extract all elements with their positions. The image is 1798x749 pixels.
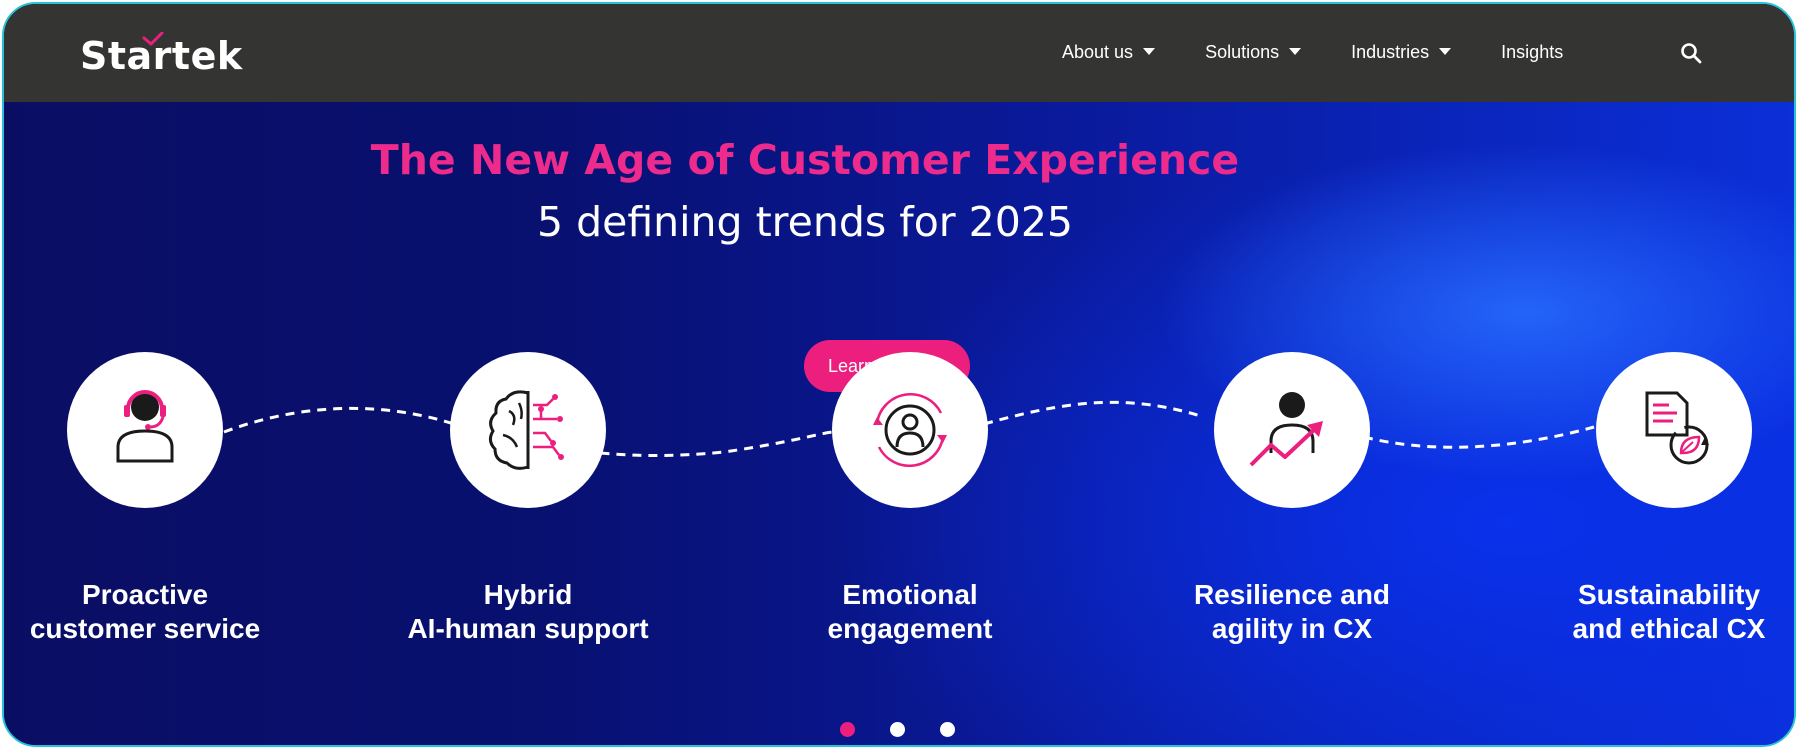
startek-logo[interactable]: Startek	[80, 30, 243, 78]
search-icon[interactable]	[1680, 42, 1702, 64]
person-cycle-icon	[873, 392, 947, 468]
carousel-dot-3[interactable]	[940, 722, 955, 737]
nav-industries-label: Industries	[1351, 41, 1430, 62]
trend-label-2: Hybrid AI-human support	[407, 579, 649, 644]
trend-icon-circle	[450, 352, 606, 508]
caret-down-icon	[1143, 48, 1156, 55]
brain-circuit-icon	[488, 390, 564, 470]
nav-solutions-label: Solutions	[1205, 41, 1280, 62]
nav-industries[interactable]: Industries	[1351, 41, 1452, 63]
main-nav: About us Solutions Industries Insights	[1062, 36, 1563, 68]
hero-subtitle: 5 defining trends for 2025	[536, 198, 1074, 246]
trend-label-1: Proactive customer service	[29, 579, 261, 644]
carousel-dot-2[interactable]	[890, 722, 905, 737]
trend-label-3: Emotional engagement	[827, 579, 993, 644]
trend-icon-circle	[832, 352, 988, 508]
trend-icon-circle	[1596, 352, 1752, 508]
person-growth-icon	[1249, 392, 1323, 467]
top-navbar: Startek About us Solutions Industries In…	[4, 4, 1794, 102]
caret-down-icon	[1439, 48, 1452, 55]
headset-agent-icon	[116, 390, 174, 463]
nav-about-us-label: About us	[1062, 41, 1134, 62]
hero-section: The New Age of Customer Experience 5 def…	[4, 102, 1794, 745]
trend-icon-circle	[67, 352, 223, 508]
trend-label-5: Sustainability and ethical CX	[1572, 579, 1766, 644]
browser-frame: Startek About us Solutions Industries In…	[2, 2, 1796, 747]
caret-down-icon	[1289, 48, 1302, 55]
nav-about-us[interactable]: About us	[1062, 41, 1156, 63]
nav-solutions[interactable]: Solutions	[1205, 41, 1302, 63]
logo-swoosh-icon	[142, 32, 164, 46]
document-leaf-icon	[1645, 391, 1709, 465]
nav-insights[interactable]: Insights	[1501, 42, 1563, 63]
trend-label-4: Resilience and agility in CX	[1193, 579, 1391, 644]
carousel-dot-1[interactable]	[840, 722, 855, 737]
hero-title: The New Age of Customer Experience	[370, 136, 1240, 184]
nav-insights-label: Insights	[1501, 41, 1564, 62]
trend-icon-circle	[1214, 352, 1370, 508]
carousel-dots	[840, 722, 990, 737]
